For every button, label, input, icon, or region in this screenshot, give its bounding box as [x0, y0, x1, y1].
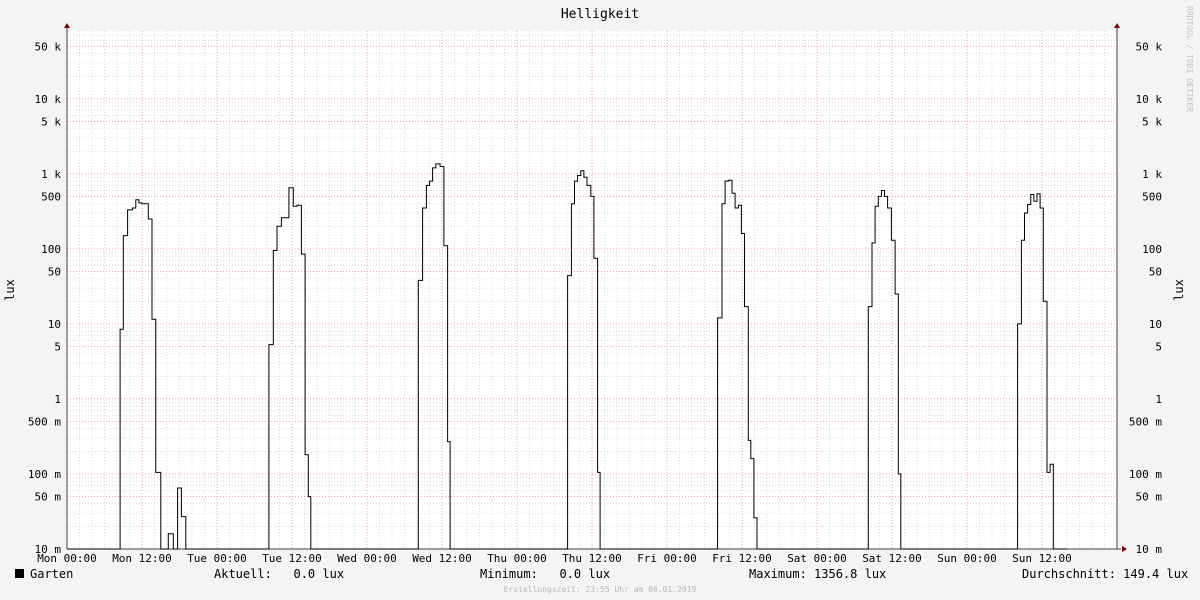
y-tick-label-right: 500 — [1142, 190, 1162, 203]
y-tick-label-right: 50 k — [1136, 40, 1163, 53]
legend-current: Aktuell: 0.0 lux — [214, 567, 344, 581]
y-tick-label-left: 5 — [54, 340, 61, 353]
x-tick-label: Tue 12:00 — [262, 552, 322, 565]
y-tick-label-right: 5 k — [1142, 115, 1162, 128]
x-tick-label: Mon 00:00 — [37, 552, 97, 565]
y-tick-label-right: 50 — [1149, 265, 1162, 278]
legend-average: Durchschnitt: 149.4 lux — [1022, 567, 1188, 581]
legend-series-label: Garten — [30, 567, 74, 581]
x-tick-label: Sun 12:00 — [1012, 552, 1072, 565]
y-axis-arrow-right — [1114, 23, 1120, 28]
y-tick-label-left: 5 k — [41, 115, 61, 128]
average-value: 149.4 lux — [1123, 567, 1189, 581]
x-tick-label: Fri 12:00 — [712, 552, 772, 565]
y-tick-label-left: 1 — [54, 393, 61, 406]
legend-series: Garten — [15, 567, 73, 581]
x-tick-label: Sun 00:00 — [937, 552, 997, 565]
x-tick-labels: Mon 00:00 Mon 12:00 Tue 00:00 Tue 12:00 Wed … — [37, 552, 1072, 565]
maximum-value: 1356.8 lux — [814, 567, 887, 581]
x-tick-label: Thu 12:00 — [562, 552, 622, 565]
current-value: 0.0 lux — [293, 567, 345, 581]
y-tick-label-left: 50 k — [35, 40, 62, 53]
y-tick-label-left: 10 — [48, 318, 61, 331]
y-tick-label-left: 1 k — [41, 168, 61, 181]
maximum-label: Maximum: — [749, 567, 807, 581]
legend-maximum: Maximum: 1356.8 lux — [749, 567, 886, 581]
y-tick-label-left: 10 k — [35, 93, 62, 106]
y-tick-label-right: 10 m — [1136, 543, 1163, 556]
y-tick-label-right: 100 — [1142, 243, 1162, 256]
creation-timestamp: Erstellungszeit: 23:55 Uhr am 06.01.2019 — [503, 585, 697, 594]
x-tick-label: Fri 00:00 — [637, 552, 697, 565]
watermark: RRDTOOL / TOBI OETIKER — [1185, 6, 1194, 112]
chart: 10 m 10 m50 m 50 m100 m 100 m500 m 500 m1 15 5… — [3, 7, 1186, 565]
y-axis-label-left: lux — [3, 279, 17, 301]
y-axis-arrow-left — [64, 23, 70, 28]
x-tick-label: Mon 12:00 — [112, 552, 172, 565]
legend-swatch — [15, 569, 24, 578]
x-tick-label: Wed 00:00 — [337, 552, 397, 565]
y-tick-label-left: 50 — [48, 265, 61, 278]
y-tick-label-right: 100 m — [1129, 468, 1162, 481]
y-tick-label-right: 500 m — [1129, 416, 1162, 429]
y-tick-label-right: 1 — [1155, 393, 1162, 406]
x-tick-label: Sat 12:00 — [862, 552, 922, 565]
average-label: Durchschnitt: — [1022, 567, 1116, 581]
y-tick-label-left: 50 m — [35, 491, 62, 504]
y-tick-label-left: 500 — [41, 190, 61, 203]
minimum-label: Minimum: — [480, 567, 538, 581]
x-tick-label: Thu 00:00 — [487, 552, 547, 565]
y-tick-label-right: 10 — [1149, 318, 1162, 331]
y-axis-label-right: lux — [1172, 279, 1186, 301]
x-tick-label: Sat 00:00 — [787, 552, 847, 565]
minimum-value: 0.0 lux — [559, 567, 611, 581]
y-tick-label-right: 50 m — [1136, 491, 1163, 504]
x-axis-arrow — [1122, 546, 1127, 552]
y-tick-label-left: 100 — [41, 243, 61, 256]
y-tick-label-right: 5 — [1155, 340, 1162, 353]
y-tick-label-right: 1 k — [1142, 168, 1162, 181]
current-label: Aktuell: — [214, 567, 272, 581]
x-tick-label: Tue 00:00 — [187, 552, 247, 565]
y-tick-label-right: 10 k — [1136, 93, 1163, 106]
chart-title: Helligkeit — [561, 7, 639, 22]
y-tick-label-left: 100 m — [28, 468, 61, 481]
y-tick-label-left: 500 m — [28, 416, 61, 429]
x-tick-label: Wed 12:00 — [412, 552, 472, 565]
legend-minimum: Minimum: 0.0 lux — [480, 567, 610, 581]
